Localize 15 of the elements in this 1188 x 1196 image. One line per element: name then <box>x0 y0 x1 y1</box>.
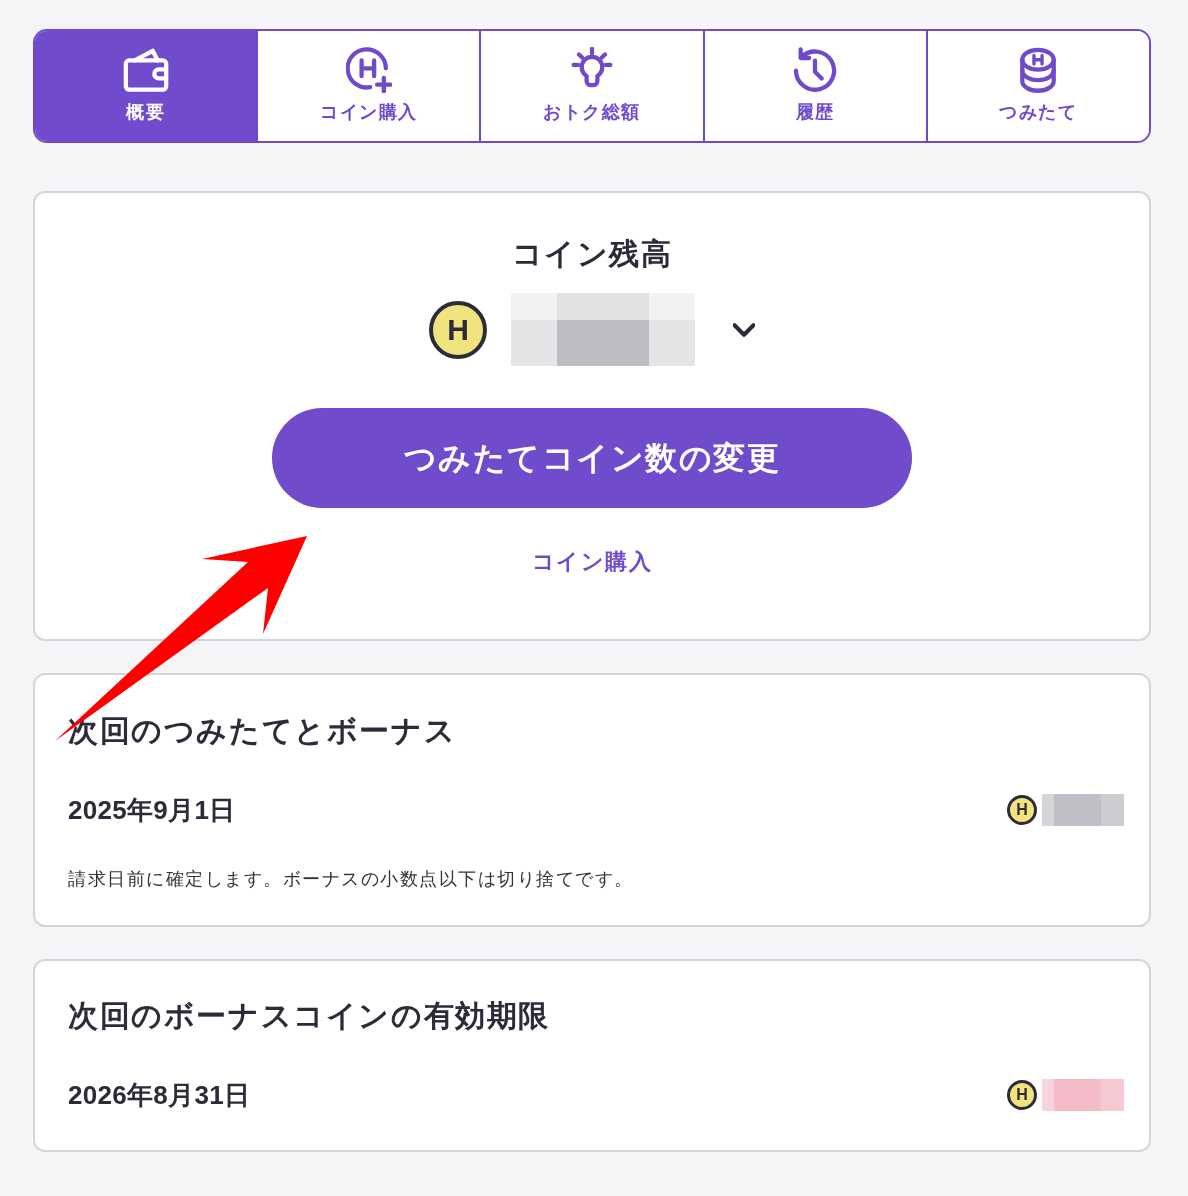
purchase-link[interactable]: コイン購入 <box>531 546 653 578</box>
coin-icon: H <box>429 300 487 359</box>
tab[interactable]: つみたて <box>925 31 1149 141</box>
date-text: 2026年8月31日 <box>68 1079 251 1112</box>
change-amount-button[interactable]: つみたてコイン数の変更 <box>272 408 912 508</box>
card-title: 次回のボーナスコインの有効期限 <box>68 998 551 1034</box>
note-text: 請求日前に確定します。ボーナスの小数点以下は切り捨てです。 <box>68 868 635 891</box>
date-text: 2025年9月1日 <box>68 794 236 827</box>
coin-plus-icon <box>345 47 392 93</box>
tab[interactable]: 概要 <box>35 31 257 141</box>
coin-icon: H <box>1007 1080 1037 1110</box>
card-title: コイン残高 <box>510 236 674 272</box>
coin-icon: H <box>1007 795 1037 825</box>
history-icon <box>792 47 839 93</box>
wallet-icon <box>122 47 169 93</box>
